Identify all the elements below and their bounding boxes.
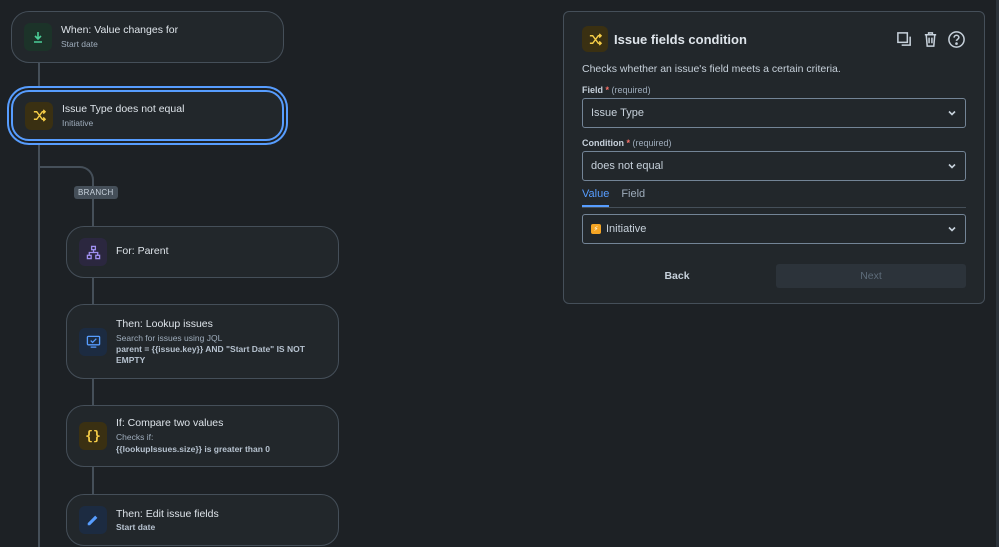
trigger-subtitle: Start date — [61, 39, 98, 50]
condition-select-value: does not equal — [591, 160, 664, 172]
download-icon — [24, 23, 52, 51]
tab-field[interactable]: Field — [621, 188, 645, 207]
value-select[interactable]: ⚡ Initiative — [582, 214, 966, 244]
edit-title: Then: Edit issue fields — [116, 507, 219, 520]
config-panel: Issue fields condition Checks whether an… — [563, 11, 985, 304]
value-select-value: Initiative — [606, 223, 647, 235]
pencil-icon — [79, 506, 107, 534]
edit-node[interactable]: Then: Edit issue fields Start date — [66, 494, 339, 546]
initiative-icon: ⚡ — [591, 224, 601, 234]
rule-canvas: When: Value changes for Start date Issue… — [0, 0, 560, 547]
lookup-title: Then: Lookup issues — [116, 317, 213, 330]
lookup-node[interactable]: Then: Lookup issues Search for issues us… — [66, 304, 339, 379]
value-tabs: Value Field — [582, 188, 966, 208]
branch-for-title: For: Parent — [116, 245, 169, 258]
condition-label: Condition * (required) — [582, 138, 966, 148]
condition-title: Issue Type does not equal — [62, 102, 185, 115]
connector-line — [92, 278, 94, 304]
lookup-jql: parent = {{issue.key}} AND "Start Date" … — [116, 344, 305, 365]
panel-title: Issue fields condition — [614, 31, 747, 47]
compare-subtitle: Checks if: — [116, 432, 154, 443]
field-label-text: Field — [582, 85, 604, 95]
connector-line — [38, 142, 40, 547]
condition-subtitle: Initiative — [62, 117, 94, 128]
trigger-node[interactable]: When: Value changes for Start date — [11, 11, 284, 63]
condition-hint: (required) — [632, 138, 672, 148]
edit-subtitle: Start date — [116, 521, 156, 532]
back-button[interactable]: Back — [582, 264, 772, 288]
monitor-icon — [79, 327, 107, 356]
connector-line — [38, 62, 40, 90]
compare-node[interactable]: {} If: Compare two values Checks if: {{l… — [66, 405, 339, 467]
help-icon[interactable] — [946, 29, 966, 49]
condition-node[interactable]: Issue Type does not equal Initiative — [11, 90, 284, 141]
trash-icon[interactable] — [920, 29, 940, 49]
field-select[interactable]: Issue Type — [582, 98, 966, 128]
field-hint: (required) — [611, 85, 651, 95]
branch-tag: BRANCH — [74, 186, 118, 199]
field-label: Field * (required) — [582, 85, 966, 95]
condition-label-text: Condition — [582, 138, 624, 148]
branch-connector — [40, 166, 94, 188]
trigger-title: When: Value changes for — [61, 24, 179, 37]
field-select-value: Issue Type — [591, 107, 644, 119]
copy-icon[interactable] — [894, 29, 914, 49]
required-marker: * — [624, 138, 631, 148]
panel-description: Checks whether an issue's field meets a … — [582, 63, 841, 75]
compare-title: If: Compare two values — [116, 417, 224, 430]
connector-line — [92, 379, 94, 405]
connector-line — [92, 467, 94, 494]
compare-expression: {{lookupIssues.size}} is greater than 0 — [116, 444, 271, 455]
chevron-down-icon — [947, 224, 957, 234]
braces-icon: {} — [79, 422, 107, 450]
tab-value[interactable]: Value — [582, 188, 610, 207]
required-marker: * — [603, 85, 610, 95]
shuffle-icon — [25, 101, 53, 130]
shuffle-icon — [582, 26, 608, 52]
branch-for-node[interactable]: For: Parent — [66, 226, 339, 278]
next-button[interactable]: Next — [776, 264, 966, 288]
condition-select[interactable]: does not equal — [582, 151, 966, 181]
chevron-down-icon — [947, 108, 957, 118]
chevron-down-icon — [947, 161, 957, 171]
lookup-subtitle: Search for issues using JQL — [116, 332, 223, 343]
hierarchy-icon — [79, 238, 107, 266]
